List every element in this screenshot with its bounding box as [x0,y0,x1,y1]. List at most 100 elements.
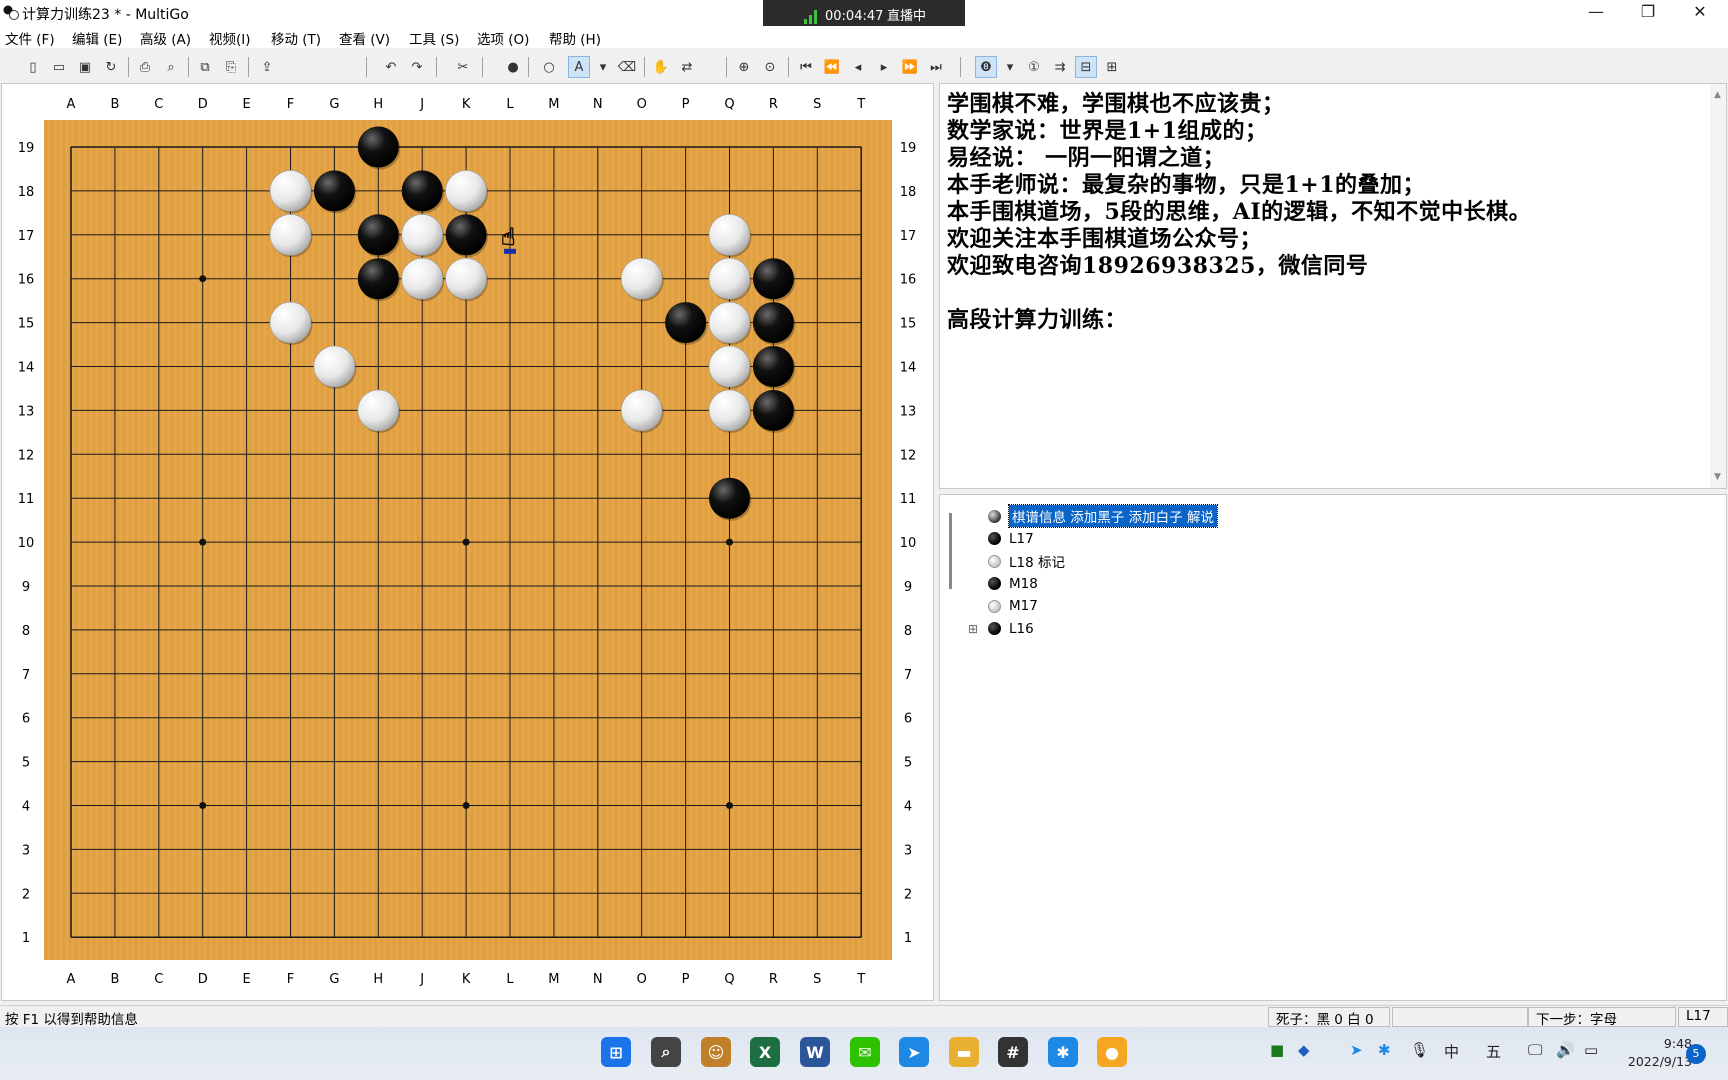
white-stone[interactable] [269,301,312,344]
ime-chinese-indicator[interactable]: 中 [1444,1041,1459,1062]
tree-node[interactable]: L17 [988,529,1034,549]
volume-icon[interactable]: 🔊 [1556,1041,1575,1059]
hand-tool-icon[interactable]: ✋ [650,56,672,78]
menu-file[interactable]: 文件 (F) [5,28,55,48]
white-stone[interactable] [357,389,400,432]
black-stone[interactable] [752,302,794,344]
label-letter-icon[interactable]: A [568,56,590,78]
black-stone[interactable] [357,214,399,256]
move-number-icon[interactable]: ❽ [975,56,997,78]
white-stone[interactable] [708,389,751,432]
last-move-icon[interactable]: ⏭ [925,56,947,78]
clock[interactable]: 9:48 2022/9/13 [1614,1035,1692,1071]
target-icon[interactable]: ⊙ [759,56,781,78]
menu-video[interactable]: 视频(I) [209,28,251,48]
black-stone[interactable] [445,214,487,256]
black-stone[interactable] [752,346,794,387]
restore-button[interactable]: ❐ [1622,0,1674,26]
excel-icon[interactable]: X [750,1037,780,1067]
eraser-icon[interactable]: ⌫ [616,56,638,78]
menu-tools[interactable]: 工具 (S) [409,28,459,48]
save-icon[interactable]: ▣ [74,56,96,78]
white-stone[interactable] [445,170,487,212]
black-stone[interactable] [752,389,794,431]
white-stone[interactable] [313,345,356,388]
white-stone[interactable] [708,301,751,344]
black-stone[interactable] [709,477,750,519]
menu-help[interactable]: 帮助 (H) [549,28,601,48]
microphone-icon[interactable]: 🎙 [1410,1041,1429,1059]
feishu-icon[interactable]: ➤ [899,1037,929,1067]
security-tray-icon[interactable]: ◆ [1298,1041,1310,1059]
nvidia-tray-icon[interactable]: ■ [1270,1041,1284,1059]
ime-wubi-indicator[interactable]: 五 [1486,1041,1501,1062]
white-stone[interactable] [401,257,444,300]
media-app-icon[interactable]: ● [1097,1037,1127,1067]
minimize-button[interactable]: — [1570,0,1622,26]
close-button[interactable]: ✕ [1674,0,1726,26]
white-stone[interactable] [708,257,751,300]
white-stone[interactable] [269,214,312,256]
tree-layout-icon[interactable]: ⊟ [1075,56,1097,78]
folder-icon[interactable]: ▬ [949,1037,979,1067]
forward-one-icon[interactable]: ▸ [873,56,895,78]
multigo-icon[interactable]: # [998,1037,1028,1067]
black-stone[interactable] [752,258,794,300]
tree-scroll-thumb[interactable] [949,513,952,589]
go-board[interactable]: AABBCCDDEEFFGGHHJJKKLLMMNNOOPPQQRRSSTT19… [2,84,933,1000]
black-stone[interactable] [357,258,399,300]
export-icon[interactable]: ⇪ [256,56,278,78]
menu-edit[interactable]: 编辑 (E) [72,28,122,48]
tree-node[interactable]: L18 标记 [988,551,1065,571]
white-stone[interactable] [620,257,663,300]
black-stone[interactable] [313,170,355,212]
comment-scrollbar[interactable]: ▲ ▼ [1710,84,1726,488]
go-forward-icon[interactable]: ⊕ [733,56,755,78]
variation-icon[interactable]: ⇉ [1049,56,1071,78]
tree-node[interactable]: M17 [988,596,1038,616]
network-icon[interactable]: 🖵 [1528,1041,1542,1059]
menu-advanced[interactable]: 高级 (A) [140,28,191,48]
black-stone[interactable] [357,126,399,168]
copy-icon[interactable]: ⧉ [194,56,216,78]
search-icon[interactable]: ⌕ [651,1037,681,1067]
back-ten-icon[interactable]: ⏪ [821,56,843,78]
comment-pane[interactable]: 学围棋不难，学围棋也不应该贵； 数学家说：世界是1+1组成的； 易经说： 一阴一阳谓… [939,83,1727,489]
tree-view-icon[interactable]: ⊞ [1101,56,1123,78]
new-file-icon[interactable]: ▯ [22,56,44,78]
notification-badge[interactable]: 5 [1686,1044,1706,1064]
black-stone[interactable] [665,302,707,344]
black-stone[interactable] [401,170,443,212]
label-dropdown-icon[interactable]: ▾ [592,56,614,78]
refresh-icon[interactable]: ↻ [100,56,122,78]
battery-icon[interactable]: ▭ [1584,1041,1598,1059]
undo-icon[interactable]: ↶ [380,56,402,78]
number-dropdown-icon[interactable]: ▾ [999,56,1021,78]
start-icon[interactable]: ⊞ [601,1037,631,1067]
setup-stones-icon[interactable]: ✂ [452,56,474,78]
expand-icon[interactable]: ⊞ [968,622,978,636]
wechat-icon[interactable]: ✉ [850,1037,880,1067]
show-one-icon[interactable]: ① [1023,56,1045,78]
first-move-icon[interactable]: ⏮ [795,56,817,78]
forward-ten-icon[interactable]: ⏩ [899,56,921,78]
menu-view[interactable]: 查看 (V) [339,28,390,48]
redo-icon[interactable]: ↷ [406,56,428,78]
print-preview-icon[interactable]: ⌕ [160,56,182,78]
print-icon[interactable]: ⎙ [134,56,156,78]
paste-icon[interactable]: ⎘ [220,56,242,78]
game-tree-pane[interactable]: 棋谱信息 添加黑子 添加白子 解说 L17 L18 标记 M18 M17 ⊞ L16 [939,494,1727,1001]
black-stone-icon[interactable]: ● [502,56,524,78]
white-stone[interactable] [620,389,663,432]
white-stone-icon[interactable]: ○ [538,56,560,78]
back-one-icon[interactable]: ◂ [847,56,869,78]
menu-move[interactable]: 移动 (T) [271,28,321,48]
tree-node[interactable]: M18 [988,574,1038,594]
word-icon[interactable]: W [800,1037,830,1067]
tree-node[interactable]: 棋谱信息 添加黑子 添加白子 解说 [988,504,1218,528]
white-stone[interactable] [708,214,751,256]
feishu-tray-icon[interactable]: ➤ [1350,1041,1363,1059]
menu-options[interactable]: 选项 (O) [477,28,529,48]
open-file-icon[interactable]: ▭ [48,56,70,78]
game-app-icon[interactable]: ☺ [701,1037,731,1067]
